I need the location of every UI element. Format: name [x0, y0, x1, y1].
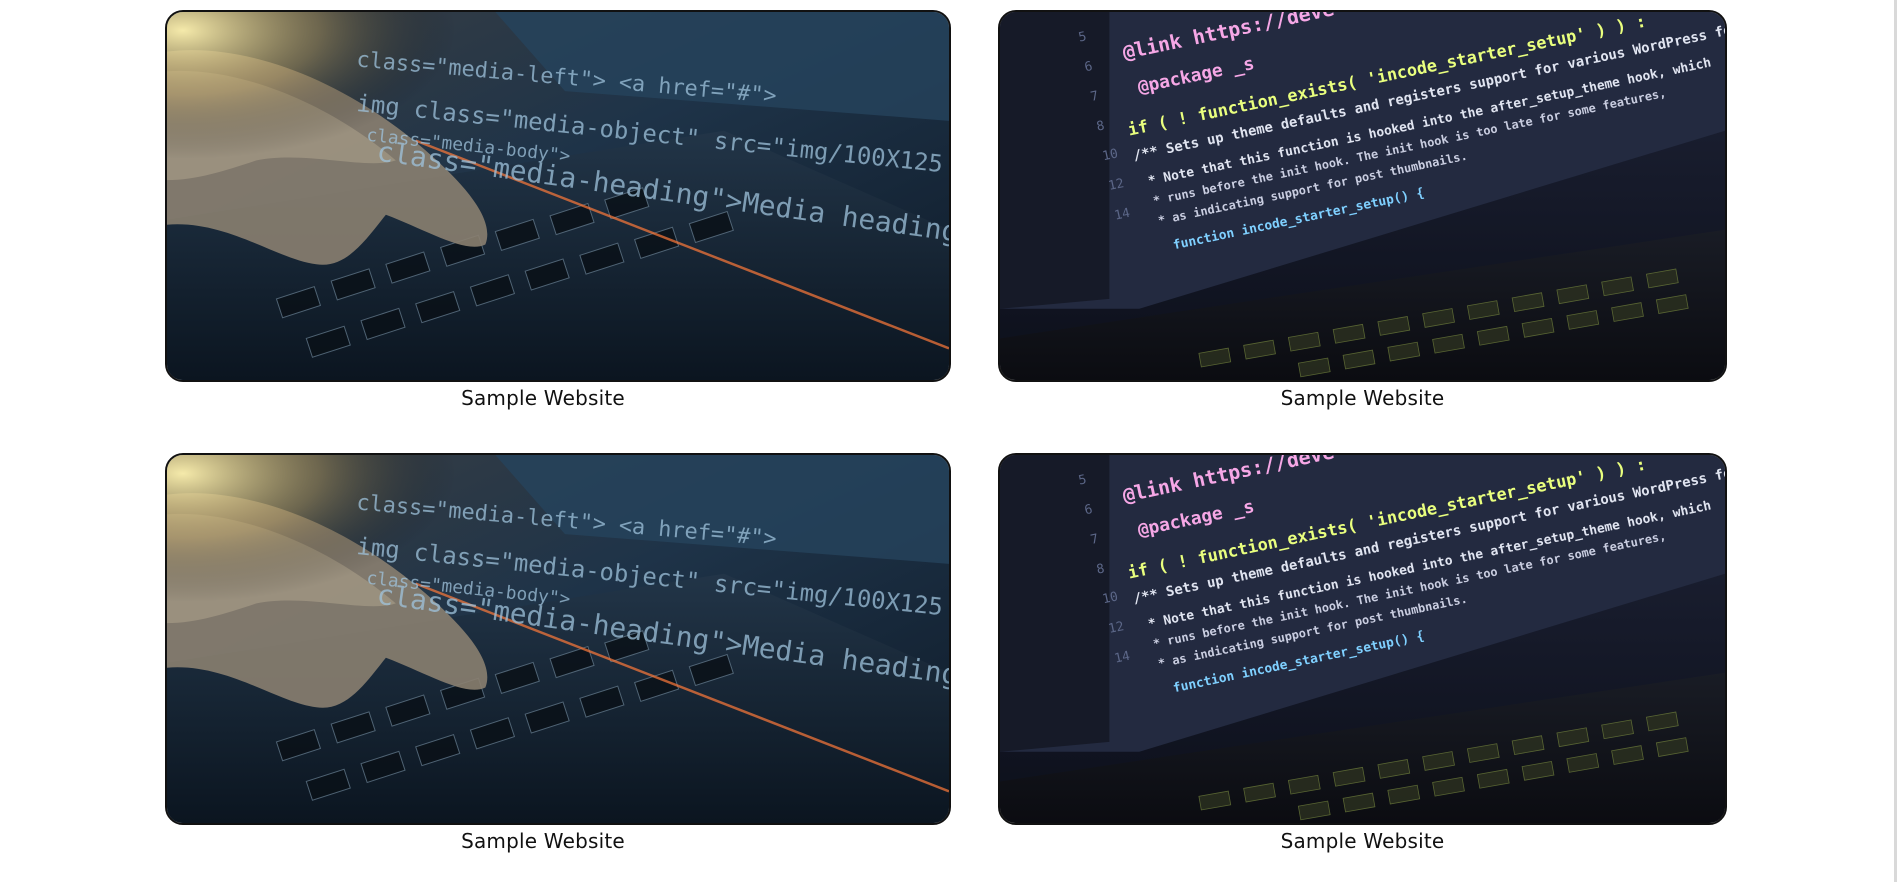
- laptop-hand-code-image[interactable]: class="media-left"> <a href="#"> img cla…: [165, 10, 951, 382]
- portfolio-grid: class="media-left"> <a href="#"> img cla…: [0, 0, 1897, 882]
- portfolio-card[interactable]: 5 6 7 8 10 12 14 @link https://deve @pac…: [998, 10, 1727, 410]
- code-editor-illustration: 5 6 7 8 10 12 14 @link https://deve @pac…: [1000, 12, 1725, 380]
- code-editor-laptop-image[interactable]: 5 6 7 8 10 12 14 @link https://deve @pac…: [998, 10, 1727, 382]
- svg-text:14: 14: [1113, 649, 1132, 667]
- svg-text:10: 10: [1101, 589, 1119, 607]
- svg-text:10: 10: [1101, 146, 1119, 164]
- card-caption[interactable]: Sample Website: [998, 829, 1727, 853]
- code-editor-laptop-image[interactable]: 5 6 7 8 10 12 14 @link https://deve @pac…: [998, 453, 1727, 825]
- card-caption[interactable]: Sample Website: [998, 386, 1727, 410]
- laptop-hand-code-illustration: class="media-left"> <a href="#"> img cla…: [167, 455, 949, 823]
- code-editor-illustration: 5 6 7 8 10 12 14 @link https://deve @pac…: [1000, 455, 1725, 823]
- card-caption[interactable]: Sample Website: [135, 829, 951, 853]
- portfolio-card[interactable]: class="media-left"> <a href="#"> img cla…: [165, 453, 951, 853]
- svg-text:14: 14: [1113, 206, 1132, 224]
- portfolio-card[interactable]: class="media-left"> <a href="#"> img cla…: [165, 10, 951, 410]
- card-caption[interactable]: Sample Website: [135, 386, 951, 410]
- laptop-hand-code-image[interactable]: class="media-left"> <a href="#"> img cla…: [165, 453, 951, 825]
- laptop-hand-code-illustration: class="media-left"> <a href="#"> img cla…: [167, 12, 949, 380]
- svg-text:12: 12: [1107, 619, 1125, 637]
- portfolio-card[interactable]: 5 6 7 8 10 12 14 @link https://deve @pac…: [998, 453, 1727, 853]
- svg-text:12: 12: [1107, 176, 1125, 194]
